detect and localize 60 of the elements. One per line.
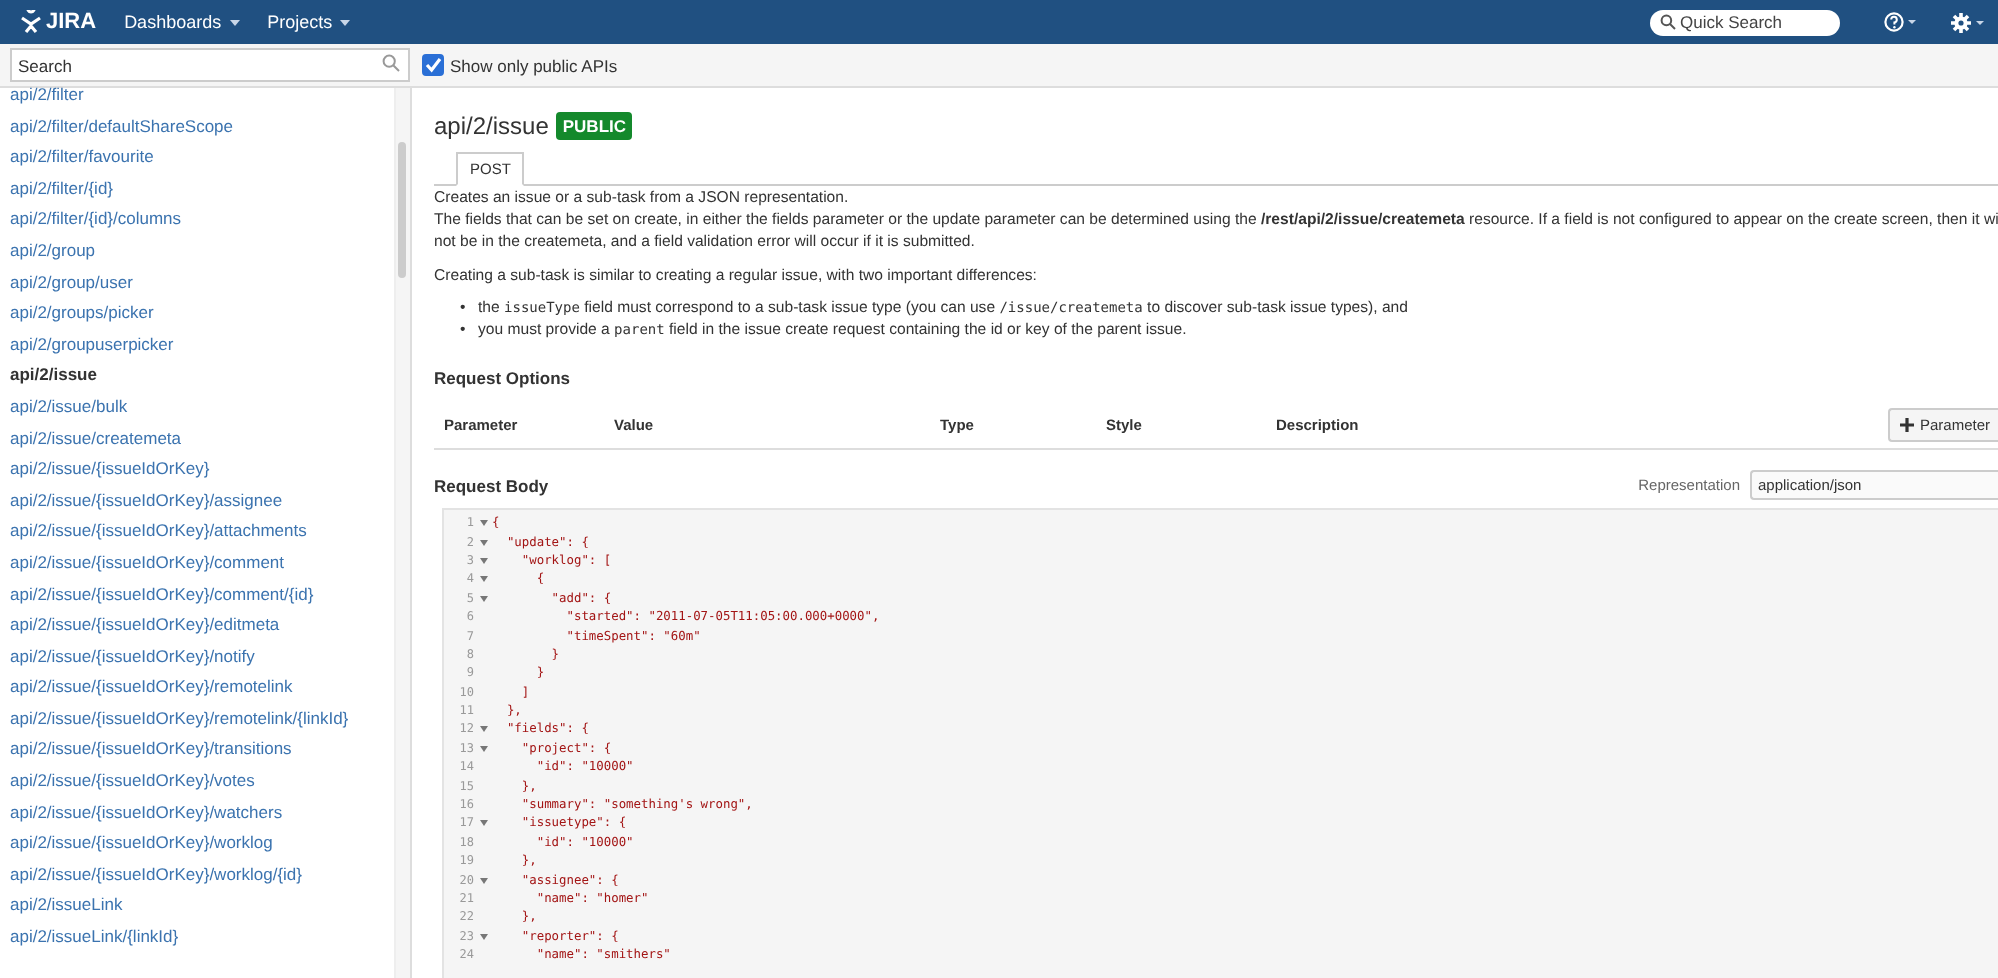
fold-caret-icon[interactable]	[479, 820, 487, 827]
sidebar-item[interactable]: api/2/issueLink/{linkId}	[10, 922, 384, 954]
sidebar-item[interactable]: api/2/issue/bulk	[10, 391, 384, 424]
sidebar-item[interactable]: api/2/issue/{issueIdOrKey}/comment/{id}	[10, 579, 384, 611]
sidebar-item[interactable]: api/2/issue/{issueIdOrKey}/editmeta	[10, 610, 384, 642]
sidebar-item[interactable]: api/2/filter/{id}/columns	[10, 204, 384, 236]
jira-logo[interactable]: JIRA	[20, 10, 97, 34]
sidebar-item[interactable]: api/2/group	[10, 235, 384, 268]
scrollbar[interactable]	[394, 88, 410, 978]
fold-caret-icon[interactable]	[479, 539, 487, 546]
sidebar-item[interactable]: api/2/issue/{issueIdOrKey}/worklog	[10, 828, 384, 860]
sidebar-item[interactable]: api/2/issue	[10, 360, 384, 392]
fold-caret-icon[interactable]	[479, 557, 487, 564]
status-badge: PUBLIC	[556, 112, 633, 140]
sidebar-item[interactable]: api/2/issue/{issueIdOrKey}/notify	[10, 641, 384, 673]
scrollbar-thumb[interactable]	[398, 142, 406, 278]
sidebar-item[interactable]: api/2/issue/{issueIdOrKey}/comment	[10, 547, 384, 579]
fold-caret-icon[interactable]	[479, 576, 487, 583]
sidebar-item[interactable]: api/2/filter/defaultShareScope	[10, 111, 384, 143]
search-icon	[1660, 14, 1676, 30]
sidebar-item[interactable]: api/2/filter/{id}	[10, 173, 384, 205]
settings-icon[interactable]	[1950, 11, 1986, 33]
fold-caret-icon[interactable]	[479, 595, 487, 602]
search-field[interactable]: Search	[10, 48, 410, 82]
logo-text: JIRA	[46, 10, 97, 34]
sidebar-item[interactable]: api/2/issueLink	[10, 890, 384, 923]
quick-search-field[interactable]: Quick Search	[1650, 9, 1840, 35]
sidebar-item[interactable]: api/2/issue/{issueIdOrKey}/remotelink/{linkId}	[10, 703, 384, 735]
section-heading: Request Options	[434, 368, 573, 388]
caret-icon	[340, 19, 351, 25]
sidebar-item[interactable]: api/2/filter/favourite	[10, 142, 384, 174]
section-heading: Request Body	[434, 475, 549, 495]
nav-menu-button[interactable]: Projects	[267, 12, 351, 32]
sidebar-item[interactable]: api/2/issue/{issueIdOrKey}/attachments	[10, 516, 384, 548]
sidebar-item[interactable]: api/2/issue/{issueIdOrKey}/watchers	[10, 797, 384, 829]
sidebar-item[interactable]: api/2/groupuserpicker	[10, 329, 384, 361]
nav-menu-button[interactable]: Dashboards	[124, 12, 240, 32]
caret-icon	[229, 19, 240, 25]
sidebar-item[interactable]: api/2/group/user	[10, 267, 384, 299]
fold-caret-icon[interactable]	[479, 726, 487, 733]
sidebar-item[interactable]: api/2/filter	[10, 80, 384, 112]
sidebar-item[interactable]: api/2/issue/{issueIdOrKey}/transitions	[10, 734, 384, 767]
fold-caret-icon[interactable]	[479, 877, 487, 884]
plus-icon	[1899, 417, 1914, 431]
fold-caret-icon[interactable]	[479, 745, 487, 752]
help-icon[interactable]	[1884, 12, 1918, 32]
sidebar-item[interactable]: api/2/groups/picker	[10, 298, 384, 330]
search-icon	[382, 54, 400, 72]
sidebar-item[interactable]: api/2/issue/{issueIdOrKey}/remotelink	[10, 672, 384, 704]
fold-caret-icon[interactable]	[479, 933, 487, 940]
page-title: api/2/issue	[434, 112, 549, 140]
fold-caret-icon[interactable]	[479, 520, 487, 527]
sidebar-item[interactable]: api/2/issue/{issueIdOrKey}/votes	[10, 766, 384, 798]
logo-icon	[20, 10, 42, 34]
checkbox-label: Show only public APIs	[450, 55, 618, 75]
sidebar-item[interactable]: api/2/issue/createmeta	[10, 423, 384, 455]
checkbox[interactable]	[422, 54, 444, 76]
sidebar-item[interactable]: api/2/issue/{issueIdOrKey}/assignee	[10, 485, 384, 517]
sidebar-item[interactable]: api/2/issue/{issueIdOrKey}/worklog/{id}	[10, 859, 384, 891]
sidebar-item[interactable]: api/2/issue/{issueIdOrKey}	[10, 454, 384, 486]
